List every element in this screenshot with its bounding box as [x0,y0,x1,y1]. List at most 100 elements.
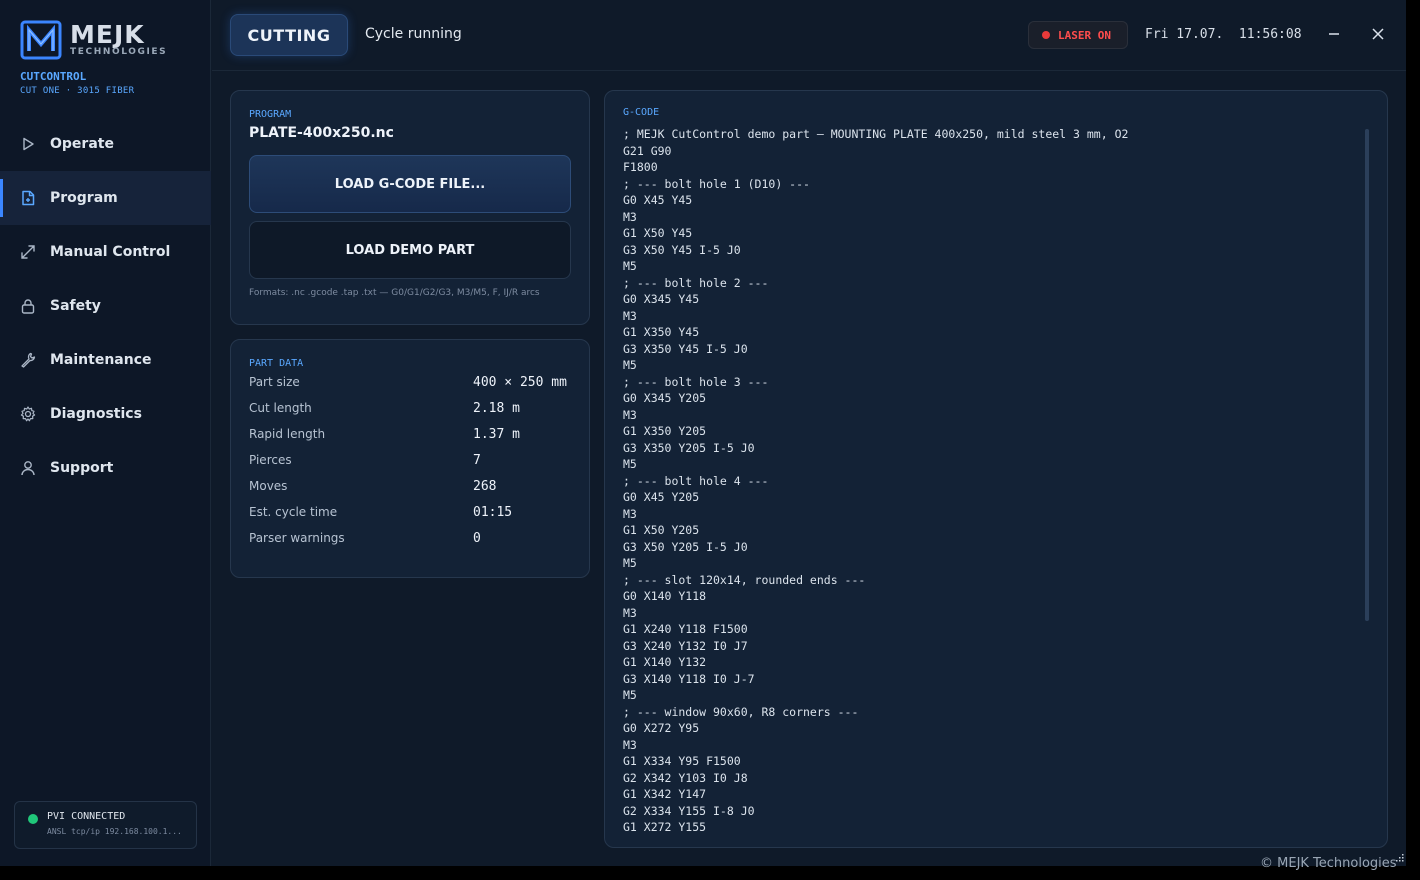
connection-address: ANSL tcp/ip 192.168.100.1... [47,827,182,836]
supported-formats-note: Formats: .nc .gcode .tap .txt — G0/G1/G2… [249,288,540,298]
minimize-button[interactable] [1324,24,1344,44]
machine-model: CUT ONE · 3015 FIBER [20,86,135,96]
gcode-line: G1 X350 Y45 [623,325,700,339]
sidebar-item-label: Maintenance [50,352,152,368]
minimize-icon [1329,33,1339,35]
laser-status-badge: LASER ON [1028,21,1128,49]
play-icon [20,136,36,152]
part-data-row: Cut length 2.18 m [249,395,571,421]
sidebar-item-operate[interactable]: Operate [0,117,211,171]
gcode-line: G1 X342 Y147 [623,787,707,801]
gcode-panel-title: G-CODE [623,107,660,118]
sidebar-item-diagnostics[interactable]: Diagnostics [0,387,211,441]
part-data-value: 2.18 m [473,400,520,416]
connection-status: PVI CONNECTED ANSL tcp/ip 192.168.100.1.… [14,801,197,849]
laser-status-label: LASER ON [1058,28,1111,42]
cycle-status-text: Cycle running [365,26,462,42]
gcode-line: G3 X50 Y205 I-5 J0 [623,539,748,554]
sidebar-item-program[interactable]: Program [0,171,211,225]
gcode-line: G1 X140 Y132 [623,655,707,669]
sidebar-item-support[interactable]: Support [0,441,211,495]
program-panel-title: PROGRAM [249,109,292,120]
gcode-line: G1 X272 Y155 [623,820,707,834]
part-data-label: Moves [249,479,288,493]
gcode-line: G1 X50 Y45 [623,226,693,240]
logo-icon [20,20,62,60]
machine-state-badge: CUTTING [230,14,348,56]
part-data-value: 400 × 250 mm [473,374,567,390]
program-panel: PROGRAM PLATE-400x250.nc LOAD G-CODE FIL… [230,90,590,325]
lock-icon [20,298,36,314]
app-window: MEJK TECHNOLOGIES CUTCONTROL CUT ONE · 3… [0,0,1406,866]
sidebar-item-manual-control[interactable]: Manual Control [0,225,211,279]
gcode-line: ; --- bolt hole 1 (D10) --- [623,176,810,191]
product-info: CUTCONTROL CUT ONE · 3015 FIBER [20,70,134,96]
gcode-line: M5 [623,556,637,570]
gcode-line: G3 X240 Y132 I0 J7 [623,638,748,653]
top-bar: CUTTING Cycle running LASER ON Fri 17.07… [212,0,1406,71]
sidebar: MEJK TECHNOLOGIES CUTCONTROL CUT ONE · 3… [0,0,211,866]
brand-name: MEJK [70,20,145,49]
gcode-line: G1 X334 Y95 F1500 [623,754,741,768]
gcode-line: G21 G90 [623,143,672,158]
gcode-line: M3 [623,737,637,752]
gcode-line: M5 [623,259,637,273]
part-data-label: Pierces [249,453,292,467]
gcode-line: G3 X350 Y45 I-5 J0 [623,341,748,356]
file-icon [20,190,36,206]
gcode-line: M3 [623,506,637,521]
load-demo-part-button[interactable]: LOAD DEMO PART [249,221,571,279]
gcode-line: G2 X342 Y103 I0 J8 [623,770,748,785]
sidebar-item-label: Manual Control [50,244,171,260]
part-data-row: Part size 400 × 250 mm [249,369,571,395]
user-icon [20,460,36,476]
connection-label: PVI CONNECTED [47,811,126,822]
sidebar-item-safety[interactable]: Safety [0,279,211,333]
resize-grip-icon[interactable] [1394,854,1404,864]
part-data-row: Pierces 7 [249,447,571,473]
gcode-line: G0 X272 Y95 [623,721,700,735]
sidebar-item-label: Program [50,190,118,206]
gcode-line: M5 [623,457,637,471]
close-button[interactable] [1368,24,1388,44]
sidebar-nav: Operate Program Manual Control Safety Ma… [0,117,211,495]
part-data-panel: PART DATA Part size 400 × 250 mm Cut len… [230,339,590,578]
part-data-value: 268 [473,478,497,494]
product-name: CUTCONTROL [20,70,87,83]
gcode-line: G3 X50 Y45 I-5 J0 [623,242,741,257]
gcode-line: M3 [623,605,637,620]
gcode-scrollbar[interactable] [1365,129,1369,621]
connection-indicator [28,814,38,824]
gcode-line: G3 X350 Y205 I-5 J0 [623,440,755,455]
wrench-icon [20,352,36,368]
gcode-line: ; MEJK CutControl demo part — MOUNTING P… [623,127,1129,141]
arrows-icon [20,244,36,260]
part-data-label: Est. cycle time [249,505,338,519]
part-data-label: Part size [249,375,300,389]
gear-icon [20,406,36,422]
program-name: PLATE-400x250.nc [249,125,394,141]
part-data-label: Cut length [249,401,312,415]
part-data-value: 7 [473,452,481,468]
sidebar-item-maintenance[interactable]: Maintenance [0,333,211,387]
clock: Fri 17.07. 11:56:08 [1145,27,1302,42]
part-data-row: Moves 268 [249,473,571,499]
load-gcode-file-button[interactable]: LOAD G-CODE FILE... [249,155,571,213]
part-data-label: Parser warnings [249,531,345,545]
part-data-row: Rapid length 1.37 m [249,421,571,447]
gcode-line: M3 [623,407,637,422]
brand-logo: MEJK TECHNOLOGIES [20,20,167,60]
gcode-line: ; --- window 90x60, R8 corners --- [623,704,859,719]
gcode-line: G1 X350 Y205 [623,424,707,438]
gcode-line: G0 X45 Y205 [623,490,700,504]
part-data-value: 1.37 m [473,426,520,442]
part-data-label: Rapid length [249,427,326,441]
gcode-scrollbar-thumb[interactable] [1365,129,1369,621]
gcode-line: ; --- bolt hole 3 --- [623,374,769,389]
sidebar-item-label: Support [50,460,114,476]
sidebar-item-label: Operate [50,136,114,152]
part-data-title: PART DATA [249,358,304,369]
gcode-listing[interactable]: ; MEJK CutControl demo part — MOUNTING P… [623,126,1369,836]
copyright-notice: © MEJK Technologies [1260,856,1397,871]
laser-indicator [1042,31,1050,39]
